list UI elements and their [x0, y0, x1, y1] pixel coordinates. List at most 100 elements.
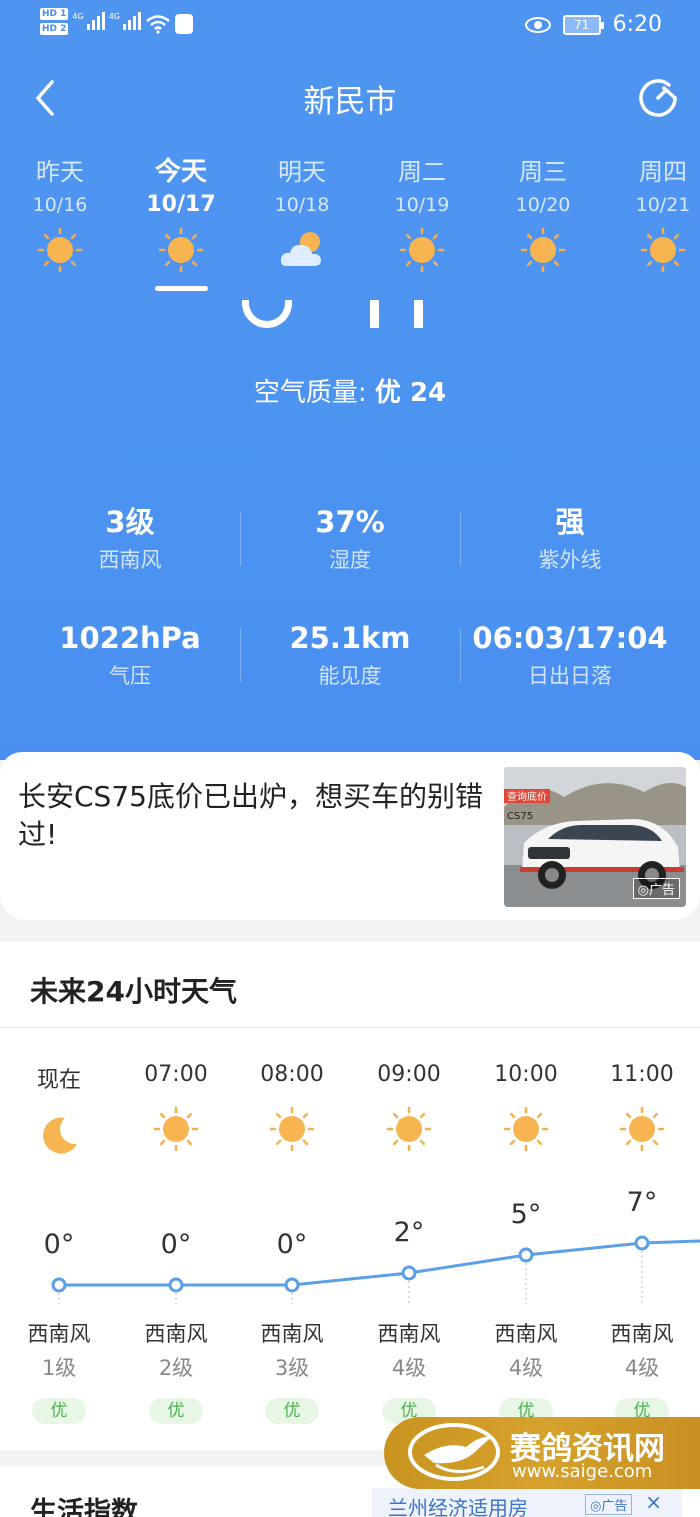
hour-aqi-badge: 优 [265, 1398, 319, 1424]
hour-temp-label: 0° [43, 1229, 75, 1260]
hour-item[interactable]: 10:00 [476, 1062, 576, 1153]
hour-time: 08:00 [260, 1062, 324, 1087]
day-selector: 昨天 10/16 今天 10/17 明天 10/18 周二 10/19 周三 10/20 周四 10… [0, 152, 700, 297]
detail-cell-0: 3级 西南风 [20, 500, 240, 574]
sun-icon [153, 1106, 199, 1152]
day-tab-3[interactable]: 周二 10/19 [362, 152, 482, 274]
day-date: 10/21 [635, 194, 691, 216]
divider [460, 512, 461, 566]
signal-2-icon: 4G [109, 12, 141, 30]
air-quality[interactable]: 空气质量: 优 24 [0, 372, 700, 409]
hourly-forecast-card: 未来24小时天气 现在 0° 西南风 1级优 07:00 0° 西南风 2级优 08:00 0° 西… [0, 942, 700, 1450]
current-temperature [236, 300, 436, 330]
hour-wind-level: 4级 [508, 1356, 544, 1380]
hour-time: 10:00 [494, 1062, 558, 1087]
air-quality-value: 优 24 [374, 378, 447, 408]
sun-icon [158, 227, 204, 273]
status-bar: HD 1 HD 2 4G 4G 71 6:20 [0, 0, 700, 52]
detail-cell-2: 强 紫外线 [460, 500, 680, 574]
hour-aqi-badge: 优 [32, 1398, 86, 1424]
day-name: 昨天 [36, 158, 84, 186]
detail-label: 气压 [109, 664, 151, 688]
car-advertisement[interactable]: 长安CS75底价已出炉，想买车的别错过! 查询底价 CS75 ◎广告 [0, 752, 700, 920]
hour-item[interactable]: 07:00 [126, 1062, 226, 1153]
sun-icon [503, 1106, 549, 1152]
detail-value: 1022hPa [59, 621, 201, 655]
divider [240, 512, 241, 566]
day-name: 明天 [278, 158, 326, 186]
life-ad-text[interactable]: 兰州经济适用房 [388, 1492, 528, 1517]
sun-icon [399, 227, 445, 273]
hd1-badge: HD 1 [40, 8, 69, 20]
detail-cell-3: 1022hPa 气压 [20, 616, 240, 690]
detail-value: 3级 [105, 505, 155, 539]
hd2-badge: HD 2 [40, 23, 69, 35]
hour-wind-level: 3级 [274, 1356, 310, 1380]
hour-item[interactable]: 11:00 [592, 1062, 692, 1153]
hourly-title: 未来24小时天气 [30, 975, 237, 1008]
sun-icon [520, 227, 566, 273]
battery-icon: 71 [562, 14, 604, 35]
svg-text:查询底价: 查询底价 [507, 790, 547, 803]
day-tab-0[interactable]: 昨天 10/16 [0, 152, 120, 274]
day-name: 周三 [519, 158, 567, 186]
detail-value: 强 [555, 505, 585, 539]
detail-value: 25.1km [289, 621, 411, 655]
temperature-point [284, 1277, 300, 1293]
ad-car-image[interactable]: 查询底价 CS75 ◎广告 [504, 767, 686, 907]
weather-header-panel: HD 1 HD 2 4G 4G 71 6:20 新民市 昨天 10/16 今天 … [0, 0, 700, 760]
hour-temp-label: 0° [276, 1229, 308, 1260]
day-name: 周二 [398, 158, 446, 186]
hour-wind-level: 2级 [158, 1356, 194, 1380]
hour-temp-label: 2° [393, 1217, 425, 1248]
day-tab-4[interactable]: 周三 10/20 [483, 152, 603, 274]
pigeon-logo-icon [408, 1423, 500, 1481]
day-name: 今天 [154, 157, 207, 187]
temperature-point [518, 1247, 534, 1263]
day-name: 周四 [639, 158, 687, 186]
hour-wind-direction: 西南风 [494, 1322, 558, 1346]
ad-text[interactable]: 长安CS75底价已出炉，想买车的别错过! [18, 778, 488, 854]
life-ad-banner[interactable]: 兰州经济适用房 ◎广告 × [372, 1488, 682, 1517]
sun-icon [37, 227, 83, 273]
day-date: 10/18 [274, 194, 330, 216]
hour-temp-label: 0° [160, 1229, 192, 1260]
ad-tag: ◎广告 [632, 878, 680, 899]
day-tab-1[interactable]: 今天 10/17 [121, 152, 241, 274]
refresh-icon[interactable] [636, 76, 680, 120]
signal-icon: 4G [72, 12, 105, 30]
hd-badges: HD 1 HD 2 [40, 8, 69, 38]
day-tab-5[interactable]: 周四 10/21 [603, 152, 700, 274]
detail-label: 西南风 [98, 548, 162, 572]
camera-icon: ◎ [637, 883, 649, 898]
eye-comfort-icon [524, 16, 551, 33]
detail-label: 湿度 [329, 548, 371, 572]
temperature-point [51, 1277, 67, 1293]
hour-item[interactable]: 08:00 [242, 1062, 342, 1153]
camera-icon: ◎ [590, 1499, 602, 1514]
hour-time: 07:00 [144, 1062, 208, 1087]
sun-icon [640, 227, 686, 273]
hour-time: 11:00 [610, 1062, 674, 1087]
day-tab-2[interactable]: 明天 10/18 [242, 152, 362, 274]
detail-value: 06:03/17:04 [472, 621, 668, 655]
detail-cell-5: 06:03/17:04 日出日落 [460, 616, 680, 690]
sun-icon [269, 1106, 315, 1152]
divider [240, 628, 241, 682]
hour-wind-level: 4级 [624, 1356, 660, 1380]
hour-item[interactable]: 09:00 [359, 1062, 459, 1153]
life-ad-tag: ◎广告 [585, 1494, 633, 1515]
day-date: 10/16 [32, 194, 88, 216]
clock: 6:20 [612, 12, 662, 37]
moon-icon [43, 1117, 77, 1154]
detail-cell-1: 37% 湿度 [240, 500, 460, 574]
day-date: 10/19 [394, 194, 450, 216]
temperature-point [401, 1265, 417, 1281]
close-icon[interactable]: × [645, 1490, 662, 1514]
temperature-point [634, 1235, 650, 1251]
hour-item[interactable]: 现在 [9, 1062, 109, 1160]
temperature-point [168, 1277, 184, 1293]
hour-wind-direction: 西南风 [260, 1322, 324, 1346]
watermark-logo: 赛鸽资讯网 www.saige.com [384, 1417, 700, 1489]
partly-cloudy-icon [280, 232, 321, 266]
